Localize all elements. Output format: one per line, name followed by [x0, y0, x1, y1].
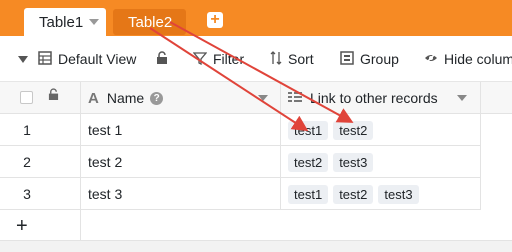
link-type-icon	[288, 90, 302, 106]
sort-button[interactable]: Sort	[270, 36, 314, 82]
eye-slash-icon	[424, 51, 438, 68]
hide-columns-button[interactable]: Hide colum	[424, 36, 512, 82]
group-icon	[340, 50, 354, 68]
default-view-button[interactable]: Default View	[38, 36, 136, 82]
row-name-cell[interactable]: test 1	[88, 114, 122, 146]
default-view-label: Default View	[58, 51, 137, 67]
row-number: 3	[23, 186, 31, 202]
column-name-label: Name	[106, 90, 145, 106]
table-row[interactable]: 2 test 2 test2 test3	[0, 146, 480, 178]
table-row[interactable]: 3 test 3 test1 test2 test3	[0, 178, 480, 210]
column-name-menu-chevron-icon[interactable]	[258, 95, 268, 101]
link-chip[interactable]: test3	[378, 185, 419, 204]
sort-icon	[270, 50, 282, 68]
tab-table1[interactable]: Table1	[24, 8, 106, 36]
grid-footer	[0, 240, 512, 252]
grid-header: A Name ? Link to other records	[0, 82, 512, 114]
select-all-checkbox[interactable]	[20, 91, 33, 104]
row-name-cell[interactable]: test 3	[88, 178, 122, 210]
group-label: Group	[360, 51, 399, 67]
help-icon[interactable]: ?	[150, 91, 164, 105]
lock-view-button[interactable]	[156, 36, 174, 82]
sort-label: Sort	[288, 51, 314, 67]
link-chip[interactable]: test3	[333, 153, 374, 172]
column-link-label: Link to other records	[310, 90, 438, 106]
column-divider	[480, 82, 481, 210]
add-table-button[interactable]: +	[207, 12, 223, 28]
link-chip[interactable]: test2	[333, 121, 374, 140]
hide-columns-label: Hide colum	[444, 51, 512, 67]
column-header-name[interactable]: A Name ?	[88, 82, 164, 114]
header-lock-icon[interactable]	[48, 88, 59, 104]
row-link-cell[interactable]: test2 test3	[288, 153, 374, 172]
table-grid-icon	[38, 50, 52, 68]
tab-table1-label: Table1	[39, 13, 84, 31]
link-chip[interactable]: test2	[288, 153, 329, 172]
table-tab-bar: Table1 Table2 +	[0, 0, 512, 36]
link-chip[interactable]: test1	[288, 121, 329, 140]
tab-table2[interactable]: Table2	[113, 9, 186, 35]
row-link-cell[interactable]: test1 test2 test3	[288, 185, 419, 204]
lock-icon	[156, 50, 168, 68]
column-link-menu-chevron-icon[interactable]	[457, 95, 467, 101]
row-number: 1	[23, 122, 31, 138]
row-number: 2	[23, 154, 31, 170]
table-row[interactable]: 1 test 1 test1 test2	[0, 114, 480, 146]
tab-table2-label: Table2	[128, 13, 173, 31]
filter-button[interactable]: Filter	[192, 36, 245, 82]
row-link-cell[interactable]: test1 test2	[288, 121, 374, 140]
add-row-button[interactable]: +	[16, 216, 28, 236]
view-toolbar: Default View Filter Sort Group Hide colu…	[0, 36, 512, 82]
column-header-link[interactable]: Link to other records	[288, 82, 438, 114]
filter-icon	[192, 51, 208, 68]
filter-label: Filter	[213, 51, 245, 67]
text-type-icon: A	[88, 89, 99, 107]
group-button[interactable]: Group	[340, 36, 399, 82]
link-chip[interactable]: test2	[333, 185, 374, 204]
chevron-down-icon[interactable]	[89, 19, 100, 25]
view-menu-chevron-icon[interactable]	[18, 56, 28, 63]
link-chip[interactable]: test1	[288, 185, 329, 204]
row-name-cell[interactable]: test 2	[88, 146, 122, 178]
